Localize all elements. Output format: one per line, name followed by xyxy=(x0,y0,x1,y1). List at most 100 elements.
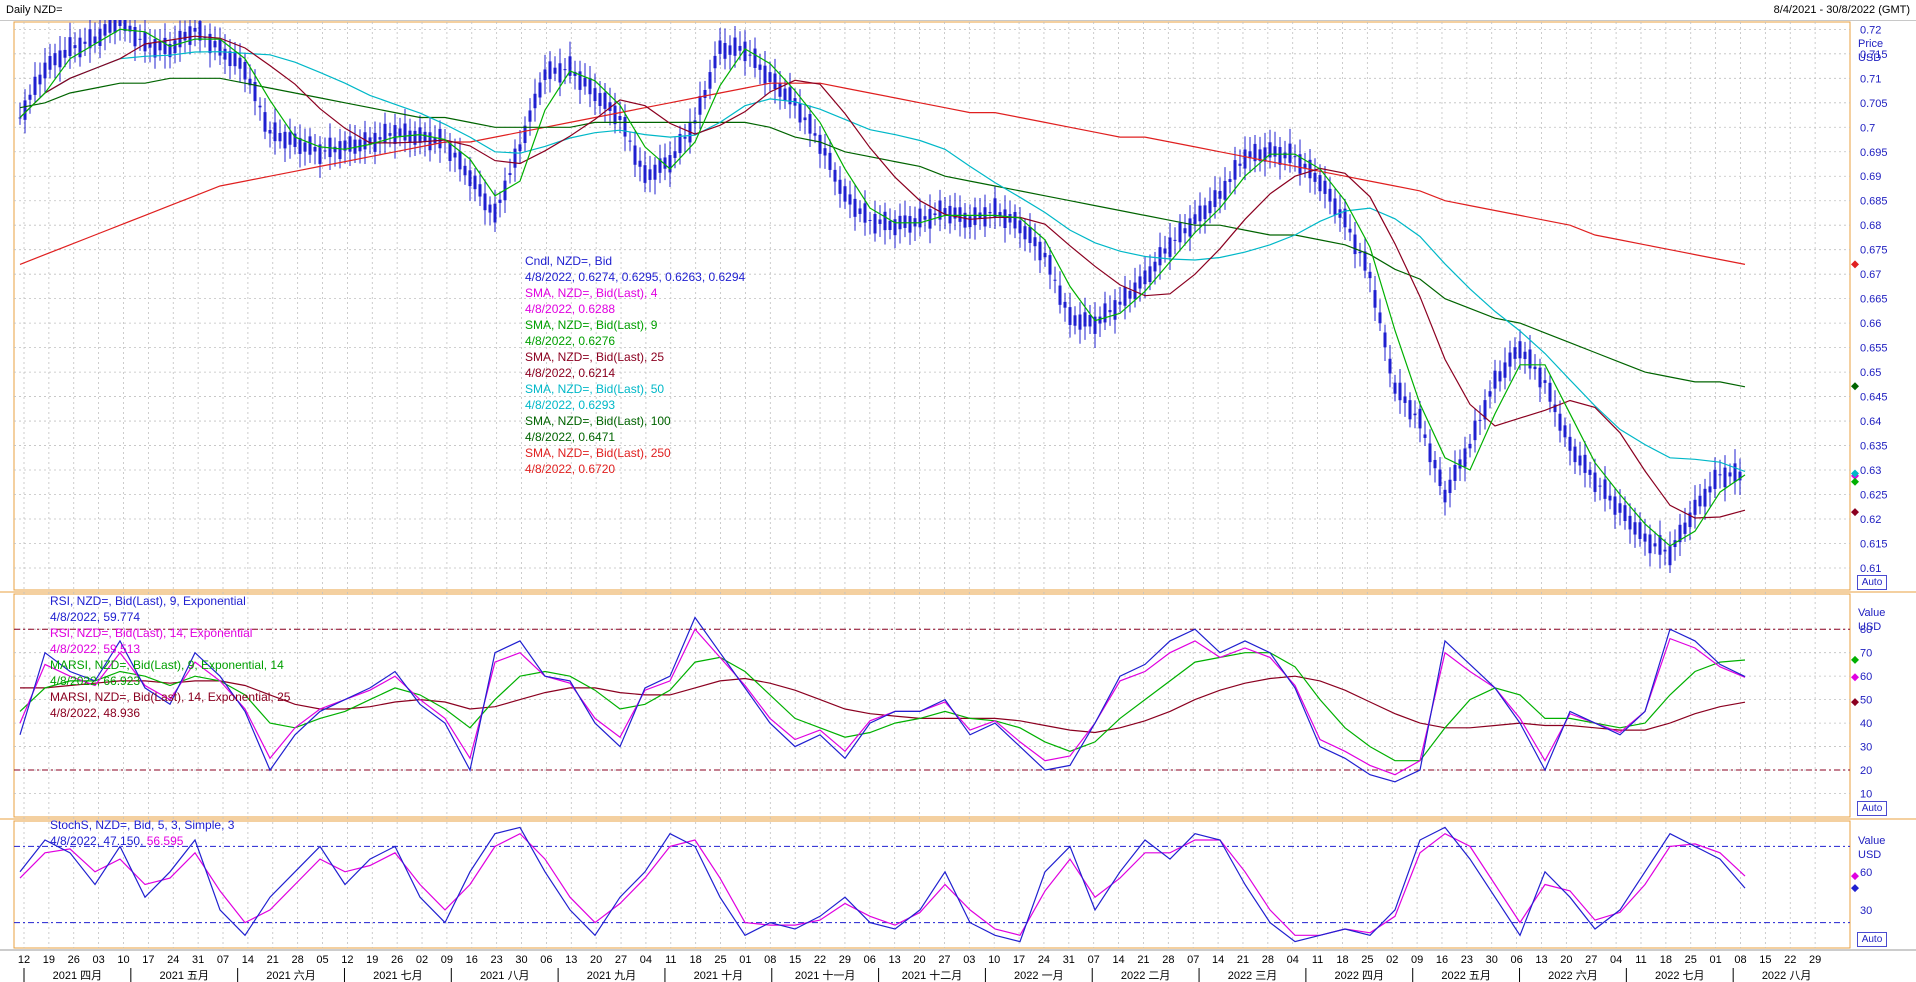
candle-body xyxy=(878,219,882,224)
candle-body xyxy=(288,132,292,145)
price-auto-scale-button[interactable]: Auto xyxy=(1857,575,1887,590)
candle-body xyxy=(1528,349,1532,369)
x-day-label: 08 xyxy=(764,954,776,966)
x-month-label: 2021 十一月 xyxy=(795,968,856,982)
legend-entry: 4/8/2022, 0.6720 xyxy=(525,462,616,476)
candle-body xyxy=(1408,400,1412,420)
candle-body xyxy=(1668,546,1672,566)
price-tick-label: 0.61 xyxy=(1860,563,1881,575)
stoch-auto-scale-button[interactable]: Auto xyxy=(1857,932,1887,947)
candle-body xyxy=(1498,371,1502,382)
x-day-label: 29 xyxy=(1809,954,1821,966)
price-tick-label: 0.68 xyxy=(1860,220,1881,232)
candle-body xyxy=(188,26,192,45)
candle-body xyxy=(883,211,887,231)
candle-body xyxy=(1438,469,1442,487)
candle-body xyxy=(1198,205,1202,222)
candle-body xyxy=(1013,212,1017,229)
candle-body xyxy=(1043,253,1047,258)
candle-body xyxy=(308,136,312,155)
candle-body xyxy=(1238,163,1242,166)
candle-body xyxy=(473,175,477,190)
candle-body xyxy=(53,53,57,66)
x-day-label: 09 xyxy=(1411,954,1423,966)
candle-body xyxy=(858,208,862,214)
candle-body xyxy=(823,148,827,156)
candle-body xyxy=(1083,312,1087,327)
candle-body xyxy=(483,193,487,211)
candle-body xyxy=(698,95,702,115)
rsi-tick-label: 50 xyxy=(1860,695,1872,707)
rsi-tick-label: 40 xyxy=(1860,718,1872,730)
candle-body xyxy=(1613,496,1617,515)
x-day-label: 29 xyxy=(839,954,851,966)
candle-body xyxy=(1453,464,1457,481)
legend-entry: 4/8/2022, 0.6274, 0.6295, 0.6263, 0.6294 xyxy=(525,270,746,284)
candle-body xyxy=(638,160,642,167)
candle-body xyxy=(1423,434,1427,438)
candle-body xyxy=(1568,436,1572,451)
x-day-label: 14 xyxy=(1112,954,1124,966)
candle-body xyxy=(1478,419,1482,421)
candle-body xyxy=(1563,425,1567,438)
rsi-auto-scale-button[interactable]: Auto xyxy=(1857,801,1887,816)
candle-body xyxy=(1418,408,1422,429)
rsi-tick-label: 20 xyxy=(1860,765,1872,777)
x-day-label: 06 xyxy=(864,954,876,966)
x-day-label: 13 xyxy=(565,954,577,966)
price-tick-label: 0.625 xyxy=(1860,490,1888,502)
candle-body xyxy=(1213,190,1217,208)
candle-body xyxy=(518,144,522,152)
x-month-label: 2021 十月 xyxy=(694,968,744,982)
candle-body xyxy=(1293,156,1297,158)
candle-body xyxy=(1023,226,1027,240)
candle-body xyxy=(173,40,177,53)
x-day-label: 14 xyxy=(242,954,254,966)
candle-body xyxy=(1163,248,1167,254)
candle-body xyxy=(643,165,647,183)
x-day-label: 07 xyxy=(217,954,229,966)
candle-body xyxy=(68,37,72,56)
candle-body xyxy=(58,50,62,68)
candle-body xyxy=(1108,310,1112,313)
candle-body xyxy=(778,82,782,97)
candle-body xyxy=(233,51,237,67)
candle-body xyxy=(713,55,717,69)
candle-body xyxy=(1433,459,1437,469)
candle-body xyxy=(833,169,837,182)
price-tick-label: 0.65 xyxy=(1860,367,1881,379)
candle-body xyxy=(393,125,397,144)
x-day-label: 13 xyxy=(889,954,901,966)
price-tick-label: 0.655 xyxy=(1860,343,1888,355)
candle-body xyxy=(553,67,557,74)
candle-body xyxy=(1153,261,1157,272)
candle-body xyxy=(1063,301,1067,308)
x-day-label: 25 xyxy=(714,954,726,966)
candle-body xyxy=(1123,286,1127,306)
candle-body xyxy=(1413,413,1417,416)
x-day-label: 21 xyxy=(1137,954,1149,966)
candle-body xyxy=(1048,255,1052,275)
candle-body xyxy=(768,72,772,83)
candle-body xyxy=(488,204,492,213)
candle-body xyxy=(1288,143,1292,163)
price-tick-label: 0.685 xyxy=(1860,196,1888,208)
candle-body xyxy=(1358,251,1362,254)
legend-entry: MARSI, NZD=, Bid(Last), 9, Exponential, … xyxy=(50,658,284,672)
candle-body xyxy=(558,63,562,83)
candle-body xyxy=(1118,301,1122,305)
candle-body xyxy=(228,51,232,67)
legend-entry: Cndl, NZD=, Bid xyxy=(525,254,613,268)
x-day-label: 20 xyxy=(590,954,602,966)
x-day-label: 28 xyxy=(1162,954,1174,966)
candle-body xyxy=(183,31,187,41)
candle-body xyxy=(1323,180,1327,194)
candle-body xyxy=(98,28,102,46)
candle-body xyxy=(538,82,542,98)
x-day-label: 11 xyxy=(665,954,676,966)
candle-body xyxy=(1643,533,1647,542)
candle-body xyxy=(958,207,962,222)
candle-body xyxy=(1618,503,1622,513)
chart-canvas[interactable]: 12 19 26 03 10 17 24 31 07 14 21 28 05 12 19 26 02 09 16 23… xyxy=(0,20,1916,982)
legend-entry: SMA, NZD=, Bid(Last), 100 xyxy=(525,414,671,428)
